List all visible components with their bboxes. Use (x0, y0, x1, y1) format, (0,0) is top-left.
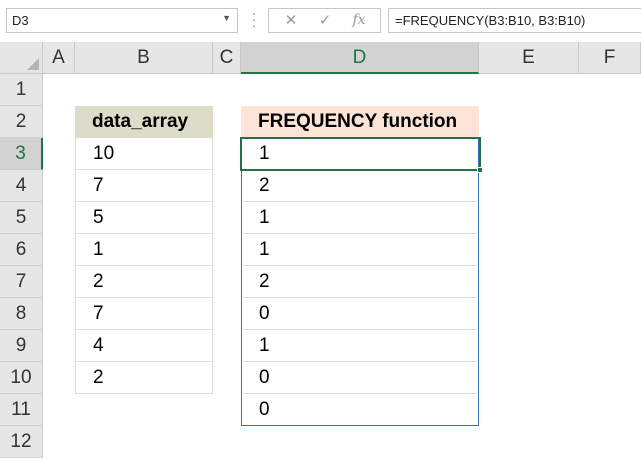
frequency-cell-d11[interactable]: 0 (241, 394, 479, 426)
row-header-6[interactable]: 6 (0, 234, 43, 266)
data-array-header-cell[interactable]: data_array (75, 106, 213, 138)
column-header-b[interactable]: B (75, 42, 213, 74)
data-array-cell-b8[interactable]: 7 (75, 298, 213, 330)
cancel-icon[interactable]: ✕ (275, 9, 307, 32)
row-header-10[interactable]: 10 (0, 362, 43, 394)
name-box-value: D3 (12, 13, 29, 28)
insert-function-icon[interactable]: fx (343, 9, 375, 32)
data-array-cell-b5[interactable]: 5 (75, 202, 213, 234)
name-box[interactable]: D3 ▼ (6, 8, 238, 33)
enter-icon[interactable]: ✓ (309, 9, 341, 32)
column-header-d[interactable]: D (241, 42, 479, 74)
frequency-cell-d4[interactable]: 2 (241, 170, 479, 202)
formula-bar: D3 ▼ · · · ✕ ✓ fx =FREQUENCY(B3:B10, B3:B1… (0, 0, 641, 42)
select-all-button[interactable] (0, 42, 43, 74)
frequency-cell-d10[interactable]: 0 (241, 362, 479, 394)
column-header-f[interactable]: F (579, 42, 641, 74)
row-header-7[interactable]: 7 (0, 266, 43, 298)
data-array-cell-b3[interactable]: 10 (75, 138, 213, 170)
row-header-2[interactable]: 2 (0, 106, 43, 138)
row-header-4[interactable]: 4 (0, 170, 43, 202)
fill-handle[interactable] (477, 167, 483, 173)
frequency-cell-d6[interactable]: 1 (241, 234, 479, 266)
column-header-a[interactable]: A (43, 42, 75, 74)
frequency-cell-d9[interactable]: 1 (241, 330, 479, 362)
column-header-e[interactable]: E (479, 42, 579, 74)
frequency-cell-d5[interactable]: 1 (241, 202, 479, 234)
frequency-cell-d8[interactable]: 0 (241, 298, 479, 330)
frequency-cell-d7[interactable]: 2 (241, 266, 479, 298)
data-array-cell-b9[interactable]: 4 (75, 330, 213, 362)
row-header-8[interactable]: 8 (0, 298, 43, 330)
chevron-down-icon[interactable]: ▼ (222, 13, 231, 23)
row-header-9[interactable]: 9 (0, 330, 43, 362)
row-header-3[interactable]: 3 (0, 138, 43, 170)
row-header-11[interactable]: 11 (0, 394, 43, 426)
row-header-5[interactable]: 5 (0, 202, 43, 234)
data-array-cell-b4[interactable]: 7 (75, 170, 213, 202)
column-header-c[interactable]: C (213, 42, 241, 74)
frequency-cell-d3[interactable]: 1 (241, 138, 479, 170)
data-array-cell-b10[interactable]: 2 (75, 362, 213, 394)
formula-buttons: ✕ ✓ fx (268, 8, 381, 33)
row-header-1[interactable]: 1 (0, 74, 43, 106)
worksheet-grid: A B C D E F 1 2 3 4 5 6 7 8 9 10 11 12 d… (0, 42, 641, 459)
formula-input[interactable]: =FREQUENCY(B3:B10, B3:B10) (388, 8, 641, 33)
drag-handle-icon[interactable]: · · · (247, 6, 261, 32)
row-header-12[interactable]: 12 (0, 426, 43, 458)
data-array-cell-b6[interactable]: 1 (75, 234, 213, 266)
frequency-header-cell[interactable]: FREQUENCY function (241, 106, 479, 138)
data-array-cell-b7[interactable]: 2 (75, 266, 213, 298)
